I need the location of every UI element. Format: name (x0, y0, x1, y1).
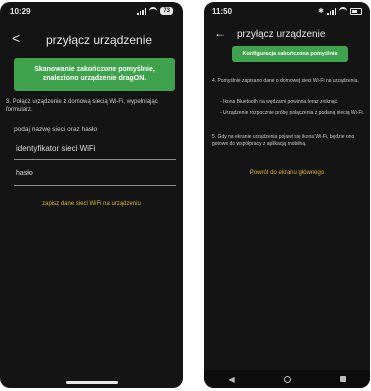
step-4-text: 4. Pomyślnie zapisano dane o domowej sie… (212, 78, 359, 84)
status-bar: 10:29 73 (10, 6, 173, 18)
password-underline (14, 185, 176, 186)
status-time: 10:29 (10, 7, 31, 16)
form-prompt: podaj nazwę sieci oraz hasło (14, 126, 98, 133)
back-button[interactable]: < (12, 30, 20, 46)
wifi-icon (339, 7, 347, 15)
back-button[interactable]: ← (214, 26, 226, 40)
page-title: przyłącz urządzenie (237, 29, 326, 40)
nav-recents-button[interactable] (339, 376, 346, 382)
battery-icon (350, 7, 362, 15)
phone-screen-right: 11:50 ✱ ← przyłącz urządzenie Konfigurac… (204, 2, 370, 388)
home-indicator[interactable] (66, 381, 118, 384)
nav-back-button[interactable]: ◀ (228, 375, 234, 384)
instruction-text: 3. Połącz urządzenie z domową siecią Wi-… (6, 99, 158, 114)
system-nav-bar: ◀ (204, 370, 370, 388)
success-banner: Skanowanie zakończone pomyślnie, znalezi… (14, 58, 175, 91)
bullet-bluetooth: - Ikona Bluetooth na wędzarni powinna te… (220, 99, 339, 105)
ssid-underline (14, 159, 176, 160)
status-bar: 11:50 ✱ (212, 6, 362, 18)
ssid-input[interactable]: identyfikator sieci WiFi (16, 144, 96, 153)
signal-icon (137, 7, 147, 15)
page-title: przyłącz urządzenie (46, 33, 153, 47)
page: 10:29 73 < przyłącz urządzenie Skanowani… (0, 0, 371, 391)
signal-icon (327, 7, 336, 15)
wifi-icon (149, 7, 158, 15)
bluetooth-icon: ✱ (318, 8, 324, 15)
save-wifi-link[interactable]: zapisz dane sieci WiFi na urządzeniu (0, 201, 183, 207)
password-input[interactable]: hasło (16, 170, 33, 177)
home-link[interactable]: Powrót do ekranu głównego (204, 170, 370, 176)
bullet-wifi-connect: - Urządzenie rozpocznie próbę połączenia… (220, 110, 364, 116)
step-5-text: 5. Gdy na ekranie urządzenia pojawi się … (212, 134, 355, 147)
phone-screen-left: 10:29 73 < przyłącz urządzenie Skanowani… (0, 2, 183, 388)
battery-indicator: 73 (160, 7, 173, 15)
success-banner: Konfiguracja zakończona pomyślnie (232, 46, 348, 62)
nav-home-button[interactable] (283, 375, 291, 383)
status-time: 11:50 (212, 7, 233, 16)
